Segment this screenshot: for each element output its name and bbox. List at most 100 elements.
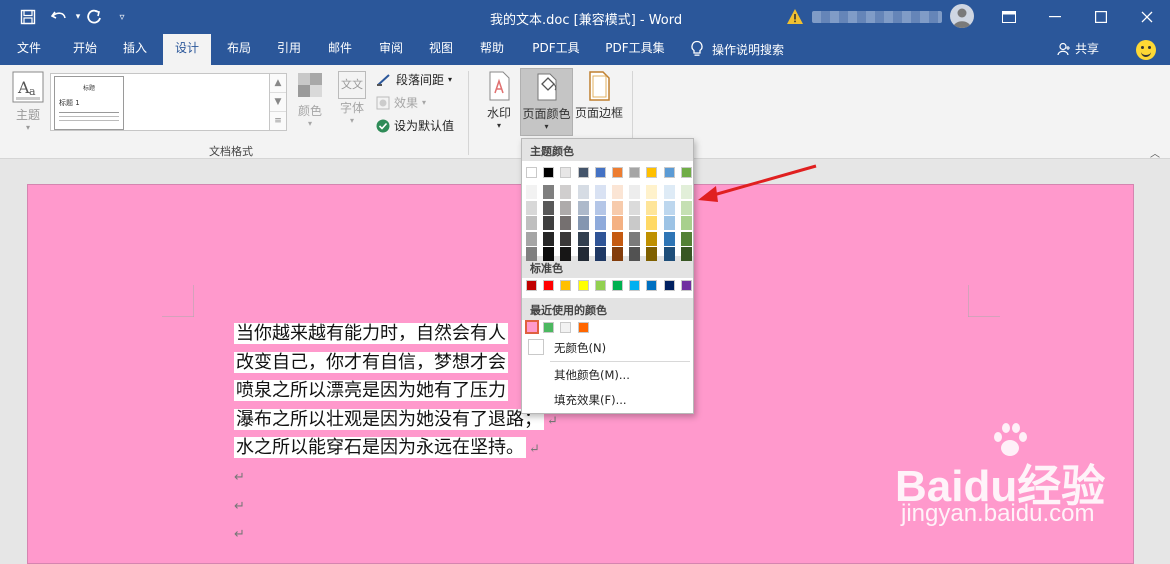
watermark-button[interactable]: 水印 ▾ — [483, 71, 515, 130]
theme-shade-swatch[interactable] — [646, 200, 658, 215]
theme-shade-swatch[interactable] — [680, 216, 692, 230]
minimize-button[interactable] — [1032, 0, 1078, 34]
maximize-button[interactable] — [1078, 0, 1124, 34]
standard-color-swatch[interactable] — [577, 280, 589, 291]
theme-shade-swatch[interactable] — [629, 216, 641, 230]
page-borders-button[interactable]: 页面边框 — [575, 71, 623, 121]
theme-color-swatch[interactable] — [526, 167, 537, 178]
theme-shade-swatch[interactable] — [560, 231, 572, 246]
theme-shade-swatch[interactable] — [663, 247, 675, 261]
recent-color-swatch[interactable] — [560, 322, 572, 333]
theme-color-swatch[interactable] — [680, 167, 692, 178]
theme-color-swatch[interactable] — [629, 167, 641, 178]
standard-color-swatch[interactable] — [646, 280, 658, 291]
gallery-scroll[interactable]: ▲ ▼ ≡ — [269, 73, 287, 131]
theme-shade-swatch[interactable] — [543, 185, 555, 199]
theme-shade-swatch[interactable] — [680, 231, 692, 246]
theme-shade-swatch[interactable] — [594, 231, 606, 246]
save-icon[interactable] — [18, 7, 38, 27]
warning-icon[interactable] — [786, 8, 804, 26]
tab-insert[interactable]: 插入 — [112, 34, 158, 65]
theme-shade-swatch[interactable] — [577, 200, 589, 215]
tab-pdf-toolset[interactable]: PDF工具集 — [600, 34, 670, 65]
recent-color-swatch[interactable] — [577, 322, 589, 333]
standard-color-swatch[interactable] — [560, 280, 572, 291]
recent-color-swatch[interactable] — [525, 320, 539, 334]
close-button[interactable] — [1124, 0, 1170, 34]
theme-shade-swatch[interactable] — [543, 231, 555, 246]
theme-shade-swatch[interactable] — [594, 200, 606, 215]
theme-shade-swatch[interactable] — [526, 200, 537, 215]
theme-shade-swatch[interactable] — [612, 247, 623, 261]
collapse-ribbon-icon[interactable]: ︿ — [1150, 145, 1160, 160]
share-button[interactable]: 共享 — [1057, 40, 1099, 57]
theme-color-swatch[interactable] — [663, 167, 675, 178]
theme-shade-swatch[interactable] — [526, 231, 537, 246]
fonts-button[interactable]: 文文 字体 ▾ — [336, 71, 368, 125]
recent-color-swatch[interactable] — [543, 322, 555, 333]
theme-color-swatch[interactable] — [560, 167, 572, 178]
theme-shade-swatch[interactable] — [629, 247, 641, 261]
theme-shade-swatch[interactable] — [663, 200, 675, 215]
theme-shade-swatch[interactable] — [594, 185, 606, 199]
theme-shade-swatch[interactable] — [560, 247, 572, 261]
theme-shade-swatch[interactable] — [680, 247, 692, 261]
theme-shade-swatch[interactable] — [680, 185, 692, 199]
paragraph-spacing-button[interactable]: 段落间距 ▾ — [376, 71, 452, 88]
tab-help[interactable]: 帮助 — [469, 34, 515, 65]
tab-mailings[interactable]: 邮件 — [317, 34, 363, 65]
tab-design[interactable]: 设计 — [163, 34, 211, 65]
theme-shade-swatch[interactable] — [646, 216, 658, 230]
gallery-up-icon[interactable]: ▲ — [270, 74, 286, 93]
tab-pdf-tools[interactable]: PDF工具 — [526, 34, 586, 65]
tab-review[interactable]: 审阅 — [368, 34, 414, 65]
theme-shade-swatch[interactable] — [680, 200, 692, 215]
theme-shade-swatch[interactable] — [646, 247, 658, 261]
tell-me-search[interactable]: 操作说明搜索 — [690, 40, 784, 58]
theme-shade-swatch[interactable] — [612, 216, 623, 230]
standard-color-swatch[interactable] — [680, 280, 692, 291]
more-colors-option[interactable]: 其他颜色(M)... — [522, 363, 693, 387]
theme-shade-swatch[interactable] — [646, 185, 658, 199]
standard-color-swatch[interactable] — [543, 280, 555, 291]
theme-shade-swatch[interactable] — [594, 216, 606, 230]
theme-color-swatch[interactable] — [646, 167, 658, 178]
theme-color-swatch[interactable] — [577, 167, 589, 178]
theme-shade-swatch[interactable] — [663, 216, 675, 230]
theme-shade-swatch[interactable] — [560, 185, 572, 199]
theme-shade-swatch[interactable] — [646, 231, 658, 246]
theme-shade-swatch[interactable] — [663, 231, 675, 246]
theme-shade-swatch[interactable] — [612, 200, 623, 215]
document-body[interactable]: 当你越来越有能力时，自然会有人 改变自己，你才有自信，梦想才会 喷泉之所以漂亮是… — [234, 321, 558, 464]
gallery-more-icon[interactable]: ≡ — [270, 112, 286, 131]
standard-color-swatch[interactable] — [612, 280, 623, 291]
theme-shade-swatch[interactable] — [629, 231, 641, 246]
tab-view[interactable]: 视图 — [418, 34, 464, 65]
theme-shade-swatch[interactable] — [612, 185, 623, 199]
theme-shade-swatch[interactable] — [629, 200, 641, 215]
theme-color-swatch[interactable] — [612, 167, 623, 178]
text-line[interactable]: 改变自己，你才有自信，梦想才会 — [234, 350, 558, 379]
theme-shade-swatch[interactable] — [663, 185, 675, 199]
theme-shade-swatch[interactable] — [577, 247, 589, 261]
gallery-down-icon[interactable]: ▼ — [270, 93, 286, 112]
effects-button[interactable]: 效果 ▾ — [376, 94, 426, 111]
theme-shade-swatch[interactable] — [526, 216, 537, 230]
theme-shade-swatch[interactable] — [629, 185, 641, 199]
text-line[interactable]: 水之所以能穿石是因为永远在坚持。 ↵ — [234, 435, 558, 464]
fill-effects-option[interactable]: 填充效果(F)... — [522, 388, 693, 412]
redo-icon[interactable] — [84, 7, 104, 27]
colors-button[interactable]: 颜色 ▾ — [294, 71, 326, 128]
page-color-button[interactable]: 页面颜色 ▾ — [520, 68, 573, 136]
standard-color-swatch[interactable] — [629, 280, 641, 291]
text-line[interactable]: 喷泉之所以漂亮是因为她有了压力 — [234, 378, 558, 407]
theme-color-swatch[interactable] — [543, 167, 555, 178]
customize-qat-icon[interactable]: ▿ — [112, 7, 132, 27]
themes-button[interactable]: Aa 主题 ▾ — [10, 71, 46, 132]
theme-shade-swatch[interactable] — [594, 247, 606, 261]
tab-references[interactable]: 引用 — [266, 34, 312, 65]
theme-shade-swatch[interactable] — [543, 216, 555, 230]
theme-shade-swatch[interactable] — [560, 216, 572, 230]
tab-file[interactable]: 文件 — [4, 34, 54, 65]
theme-shade-swatch[interactable] — [577, 231, 589, 246]
